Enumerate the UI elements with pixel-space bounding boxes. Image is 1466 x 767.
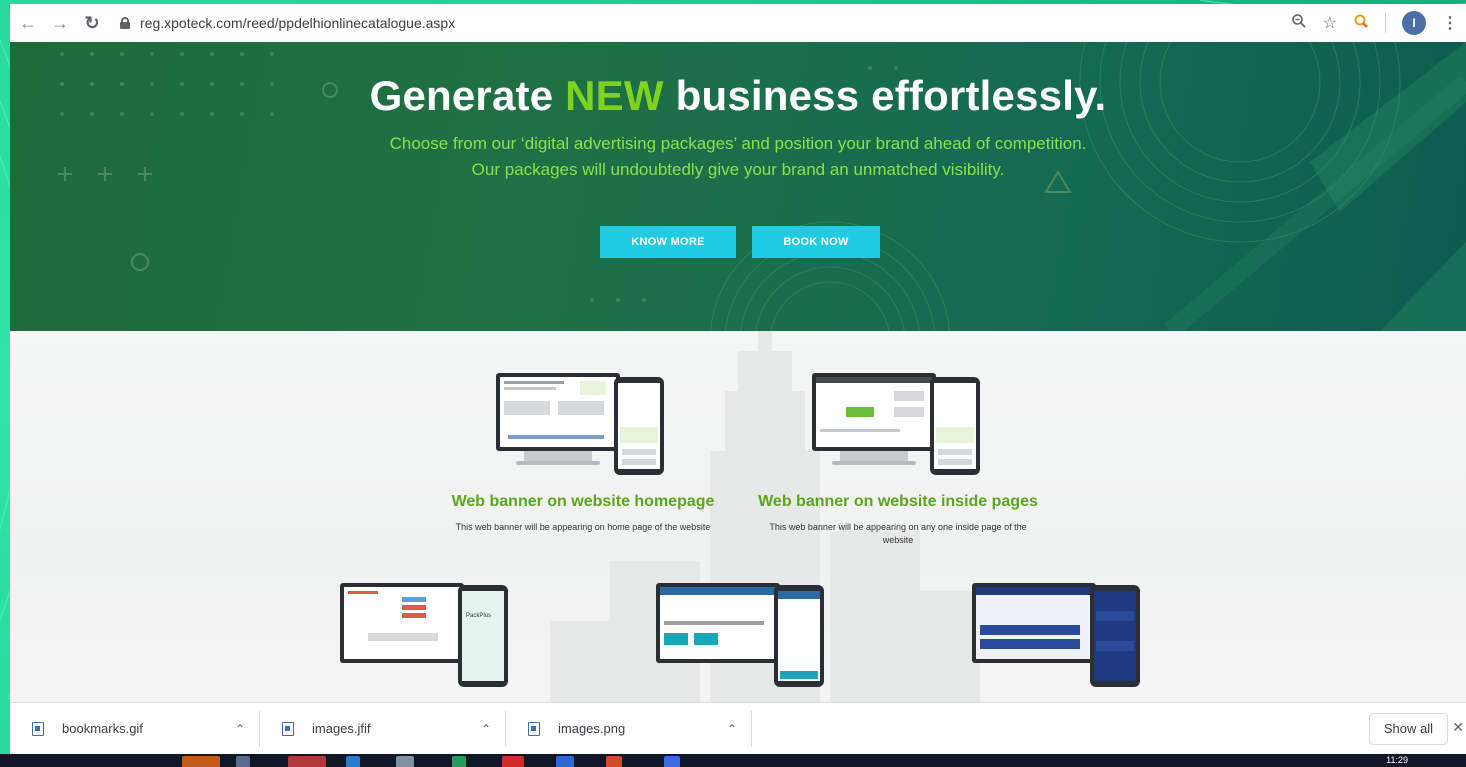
know-more-button[interactable]: KNOW MORE (600, 226, 736, 258)
address-bar[interactable]: reg.xpoteck.com/reed/ppdelhionlinecatalo… (120, 15, 455, 31)
lock-icon (120, 17, 130, 29)
taskbar-app-icon[interactable] (288, 756, 326, 767)
taskbar-app-icon[interactable] (502, 756, 524, 767)
os-taskbar: 11:29 (0, 754, 1466, 767)
zoom-icon[interactable] (1291, 13, 1307, 34)
taskbar-app-icon[interactable] (556, 756, 574, 767)
taskbar-app-icon[interactable] (664, 756, 680, 767)
hero-subtitle-line2: Our packages will undoubtedly give your … (471, 160, 1005, 179)
taskbar-app-icon[interactable] (346, 756, 360, 767)
bookmark-star-icon[interactable]: ☆ (1323, 13, 1337, 33)
homepage-banner-mockup-image (496, 373, 664, 475)
url-text: reg.xpoteck.com/reed/ppdelhionlinecatalo… (140, 15, 456, 31)
svg-text:PackPlus: PackPlus (466, 613, 491, 619)
taskbar-app-icon[interactable] (606, 756, 622, 767)
forward-arrow-icon[interactable]: → (46, 9, 74, 37)
taskbar-app-icon[interactable] (236, 756, 250, 767)
menu-kebab-icon[interactable]: ⋮ (1442, 13, 1458, 33)
package-mockup-image-5 (972, 583, 1140, 687)
toolbar-separator (1385, 13, 1386, 33)
download-filename: images.png (558, 721, 626, 736)
hero-title-accent: NEW (565, 72, 664, 119)
image-file-icon (32, 721, 44, 736)
close-icon[interactable]: ✕ (1452, 719, 1464, 736)
hero-section: Generate NEW business effortlessly. Choo… (10, 42, 1466, 331)
taskbar-app-icon[interactable] (452, 756, 466, 767)
extension-icon[interactable] (1353, 13, 1369, 33)
package-desc-inside-pages-line2: website (882, 535, 914, 545)
show-all-downloads-button[interactable]: Show all (1368, 712, 1448, 745)
downloads-bar: bookmarks.gif ⌃ images.jfif ⌃ images.png… (10, 702, 1466, 754)
chevron-up-icon[interactable]: ⌃ (727, 722, 737, 736)
package-desc-homepage: This web banner will be appearing on hom… (455, 522, 711, 532)
chevron-up-icon[interactable]: ⌃ (235, 722, 245, 736)
download-filename: bookmarks.gif (62, 721, 143, 736)
package-title-homepage: Web banner on website homepage (451, 493, 715, 510)
download-item[interactable]: images.png ⌃ (506, 710, 752, 747)
package-desc-inside-pages-line1: This web banner will be appearing on any… (769, 522, 1027, 532)
chevron-up-icon[interactable]: ⌃ (481, 722, 491, 736)
taskbar-app-icon[interactable] (396, 756, 414, 767)
reload-icon[interactable]: ↻ (78, 9, 106, 37)
browser-toolbar: ← → ↻ reg.xpoteck.com/reed/ppdelhionline… (10, 4, 1466, 42)
packages-section: Web banner on website homepage This web … (10, 331, 1466, 702)
hero-title: Generate NEW business effortlessly. (369, 72, 1107, 119)
image-file-icon (528, 721, 540, 736)
package-title-inside-pages: Web banner on website inside pages (758, 493, 1038, 510)
back-arrow-icon[interactable]: ← (14, 9, 42, 37)
download-filename: images.jfif (312, 721, 371, 736)
taskbar-clock: 11:29 (1386, 755, 1408, 765)
download-item[interactable]: bookmarks.gif ⌃ (10, 710, 260, 747)
book-now-button[interactable]: BOOK NOW (752, 226, 880, 258)
download-item[interactable]: images.jfif ⌃ (260, 710, 506, 747)
taskbar-app-icon[interactable] (182, 756, 220, 767)
inside-page-banner-mockup-image (812, 373, 980, 475)
package-mockup-image-4 (656, 583, 824, 687)
image-file-icon (282, 721, 294, 736)
hero-subtitle-line1: Choose from our ‘digital advertising pac… (389, 134, 1087, 153)
profile-avatar[interactable]: I (1402, 11, 1426, 35)
package-mockup-image-3: PackPlus (340, 583, 508, 687)
